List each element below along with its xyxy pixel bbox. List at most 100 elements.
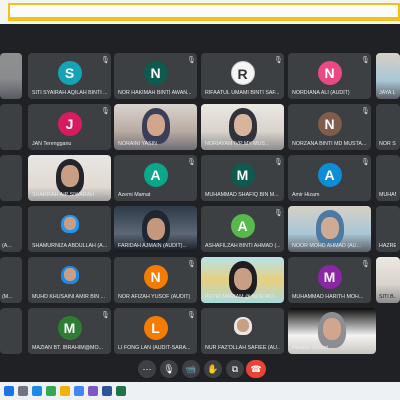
avatar: A (230, 214, 255, 238)
participant-tile[interactable]: M 🎙 MAZIAN BT. IBRAHIM@MO... (28, 308, 111, 354)
folder-icon[interactable] (60, 386, 70, 396)
notification-banner (8, 3, 400, 21)
mic-off-icon: 🎙 (361, 261, 370, 268)
participant-name: NOR HAKIMAH BINTI AWAN... (118, 90, 192, 96)
participant-name: MUHAM... (379, 192, 396, 198)
participant-tile[interactable]: J 🎙 JAN Terengganu (28, 104, 111, 150)
participant-tile[interactable]: N 🎙 NORZANA BINTI MD MUSTA... (288, 104, 371, 150)
search-icon[interactable] (18, 386, 28, 396)
avatar: J (57, 112, 82, 136)
participant-tile-right-edge[interactable]: HAZREE... (376, 206, 400, 252)
participant-tile[interactable]: N 🎙 NOR AFIZAH YUSOF (AUDIT) (114, 257, 197, 303)
participant-tile[interactable]: N 🎙 NOR HAKIMAH BINTI AWAN... (114, 53, 197, 99)
participant-name: SHARIFAH AIP SIWARAH (32, 192, 95, 198)
participant-name: Azemi Mamat (118, 192, 151, 198)
excel-icon[interactable] (116, 386, 126, 396)
taskbar (0, 382, 400, 400)
chrome-icon[interactable] (46, 386, 56, 396)
participant-tile[interactable]: N 🎙 NORDIANA ALI (AUDIT) (288, 53, 371, 99)
participant-tile[interactable]: A 🎙 ASHAFILZAH BINTI AHMAD (... (201, 206, 284, 252)
participant-tile[interactable]: L 🎙 LI FONG LAN (AUDIT-SARA... (114, 308, 197, 354)
mic-off-icon: 🎙 (274, 210, 283, 217)
participant-face (236, 319, 249, 332)
participant-name: Amir Hizam (292, 192, 320, 198)
participant-name: MUHD KHUSAINI AMIR BIN ... (32, 294, 105, 300)
participant-tile[interactable]: MUHD KHUSAINI AMIR BIN ... (28, 257, 111, 303)
more-options-button[interactable]: ⋯ (138, 360, 156, 378)
participant-video-tile[interactable]: Rifaatul Umami (288, 308, 376, 354)
participant-name: NORZANA BINTI MD MUSTA... (292, 141, 367, 147)
participant-tile-right-edge[interactable]: SITI B... (376, 257, 400, 303)
meet-icon[interactable] (74, 386, 84, 396)
participant-name: PUTRI MARIAM @ NOR RU... (205, 294, 278, 300)
avatar: N (143, 265, 168, 289)
avatar: L (143, 316, 168, 340)
meet-grid: S 🎙 SITI SYAIRAH AQILAH BINTI ... N 🎙 NO… (0, 24, 400, 382)
teams-icon[interactable] (88, 386, 98, 396)
participant-video-tile[interactable]: NOOR MOHD AHMAD (AU... (288, 206, 371, 252)
participant-name: MUHAMMAD HARITH MOH... (292, 294, 364, 300)
participant-face (146, 218, 165, 240)
participant-face (63, 217, 76, 230)
avatar: N (317, 61, 342, 85)
participant-tile-right-edge[interactable]: MUHAM... (376, 155, 400, 201)
meeting-controls: ⋯ 🎙 📹 ✋ ⧉ ☎ (126, 360, 266, 378)
participant-tile-left-edge[interactable] (0, 308, 22, 354)
participant-video-tile[interactable]: PUTRI MARIAM @ NOR RU... (201, 257, 284, 303)
participant-tile[interactable]: S 🎙 SITI SYAIRAH AQILAH BINTI ... (28, 53, 111, 99)
mic-off-icon: 🎙 (187, 261, 196, 268)
word-icon[interactable] (102, 386, 112, 396)
participant-name: HAZREE... (379, 243, 396, 249)
mic-off-icon: 🎙 (361, 108, 370, 115)
camera-button[interactable]: 📹 (182, 360, 200, 378)
participant-name: SITI B... (379, 294, 396, 300)
participant-tile-right-edge[interactable]: NOR SYI... (376, 104, 400, 150)
mic-off-icon: 🎙 (361, 57, 370, 64)
participant-tile-left-edge[interactable]: (M... (0, 257, 22, 303)
windows-start-icon[interactable] (4, 386, 14, 396)
participant-name: NORDIANA ALI (AUDIT) (292, 90, 350, 96)
participant-face (63, 268, 76, 281)
participant-tile[interactable]: M 🎙 MUHAMMAD SHAFIQ BIN M... (201, 155, 284, 201)
raise-hand-button[interactable]: ✋ (204, 360, 222, 378)
participant-name: NOR SYI... (379, 141, 396, 147)
participant-tile[interactable]: A 🎙 Azemi Mamat (114, 155, 197, 201)
participant-name: NOR AFIZAH YUSOF (AUDIT) (118, 294, 191, 300)
avatar: S (57, 61, 82, 85)
participant-video-tile[interactable]: NORIAYAM IVP MY MUS... (201, 104, 284, 150)
participant-name: JAN Terengganu (32, 141, 72, 147)
participant-name: NUR FAZ'OLLAH SAFIEE (AU... (205, 345, 280, 351)
participant-video-tile[interactable]: NORAINI YASIN (114, 104, 197, 150)
participant-video-tile[interactable]: SHARIFAH AIP SIWARAH (28, 155, 111, 201)
mic-off-icon: 🎙 (101, 108, 110, 115)
edge-icon[interactable] (32, 386, 42, 396)
participant-name: NORIAYAM IVP MY MUS... (205, 141, 270, 147)
participant-tile[interactable]: NUR FAZ'OLLAH SAFIEE (AU... (201, 308, 284, 354)
participant-face (320, 217, 339, 239)
avatar: R (230, 61, 255, 85)
microphone-button[interactable]: 🎙 (160, 360, 178, 378)
participant-tile[interactable]: R 🎙 RIFAATUL UMAMI BINTI SAF... (201, 53, 284, 99)
present-button[interactable]: ⧉ (226, 360, 244, 378)
participant-tile[interactable]: SHAMURNIZA ABDULLAH (A... (28, 206, 111, 252)
mic-off-icon: 🎙 (187, 312, 196, 319)
avatar: N (143, 61, 168, 85)
participant-tile-left-edge[interactable] (0, 104, 22, 150)
participant-tile-left-edge[interactable]: (A... (0, 206, 22, 252)
leave-call-button[interactable]: ☎ (246, 360, 266, 378)
mic-off-icon: 🎙 (361, 159, 370, 166)
participant-face (146, 114, 165, 136)
avatar: M (57, 316, 82, 340)
avatar: M (317, 265, 342, 289)
participant-tile-right-edge[interactable]: JAYA L... (376, 53, 400, 99)
mic-off-icon: 🎙 (274, 159, 283, 166)
participant-name: ASHAFILZAH BINTI AHMAD (... (205, 243, 280, 249)
meeting-screen: S 🎙 SITI SYAIRAH AQILAH BINTI ... N 🎙 NO… (0, 0, 400, 400)
participant-tile[interactable]: A 🎙 Amir Hizam (288, 155, 371, 201)
participant-tile-left-edge[interactable] (0, 155, 22, 201)
participant-tile[interactable]: M 🎙 MUHAMMAD HARITH MOH... (288, 257, 371, 303)
participant-video-tile[interactable]: FARIDAH AJMAIN (AUDIT)... (114, 206, 197, 252)
video-tile-left-edge[interactable] (0, 53, 22, 99)
avatar: A (143, 163, 168, 187)
participant-name: (M... (2, 294, 13, 300)
